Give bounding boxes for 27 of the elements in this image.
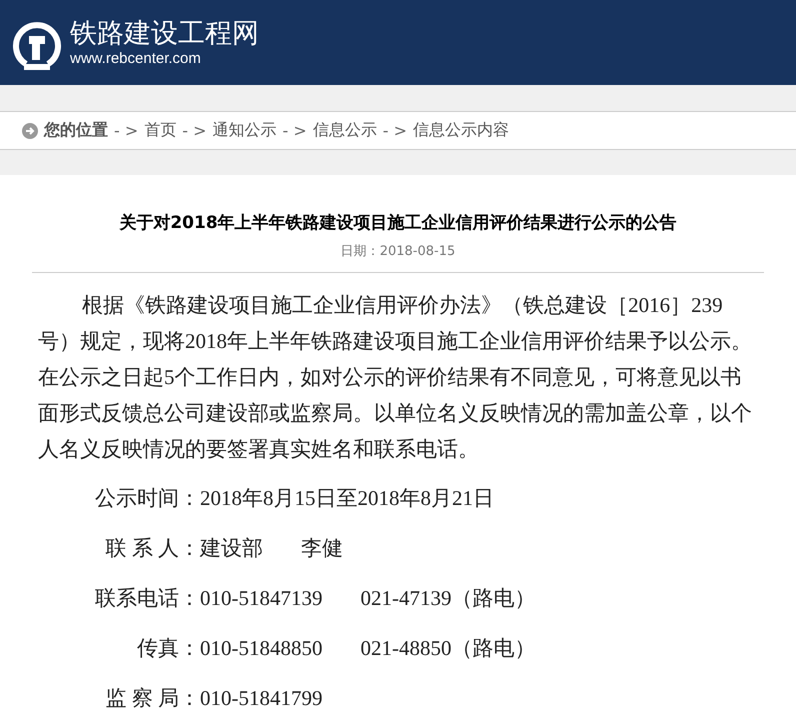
detail-value: 010-51848850 — [200, 635, 322, 662]
detail-value: 李健 — [301, 535, 343, 562]
breadcrumb-link[interactable]: 首页 — [144, 120, 176, 141]
site-url[interactable]: www.rebcenter.com — [70, 50, 259, 67]
breadcrumb-link[interactable]: 信息公示 — [312, 120, 377, 141]
detail-value: 021-48850（路电） — [360, 635, 536, 662]
breadcrumb-label: 您的位置 — [44, 120, 108, 141]
breadcrumb-separator: - > — [282, 121, 307, 140]
article-title: 关于对2018年上半年铁路建设项目施工企业信用评价结果进行公示的公告 — [118, 212, 678, 234]
detail-label: 联 系 人： — [104, 535, 200, 562]
detail-label: 传真： — [136, 635, 200, 662]
breadcrumb-link[interactable]: 通知公示 — [212, 120, 277, 141]
detail-value: 010-51847139 — [200, 585, 322, 612]
article-date: 日期：2018-08-15 — [340, 243, 456, 260]
site-name[interactable]: 铁路建设工程网 — [70, 18, 259, 50]
detail-label: 联系电话： — [94, 585, 200, 612]
breadcrumb-separator: - > — [182, 121, 207, 140]
breadcrumb-separator: - > — [114, 121, 138, 140]
detail-value: 建设部 — [200, 535, 263, 562]
detail-value: 2018年8月15日至2018年8月21日 — [200, 485, 494, 512]
detail-value: 021-47139（路电） — [360, 585, 536, 612]
breadcrumb-separator: - > — [382, 121, 408, 140]
breadcrumb-link[interactable]: 信息公示内容 — [413, 120, 510, 141]
detail-label: 公示时间： — [94, 485, 200, 512]
detail-value: 010-51841799 — [200, 685, 322, 712]
article-paragraph: 根据《铁路建设项目施工企业信用评价办法》（铁总建设［2016］239号）规定，现将2018年上半年铁路建设项目施工企业信用评价结果予以公示。在公示之日起5个工作日内，如对公示的评价结果有不同意见，可将意见以书面形式反馈总公司建设部或监察局。以单位名义反映情况的需加盖公章，以个人名义反映情况的要签署真实姓名和联系电话。 — [37, 292, 753, 463]
detail-label: 监 察 局： — [104, 685, 200, 712]
